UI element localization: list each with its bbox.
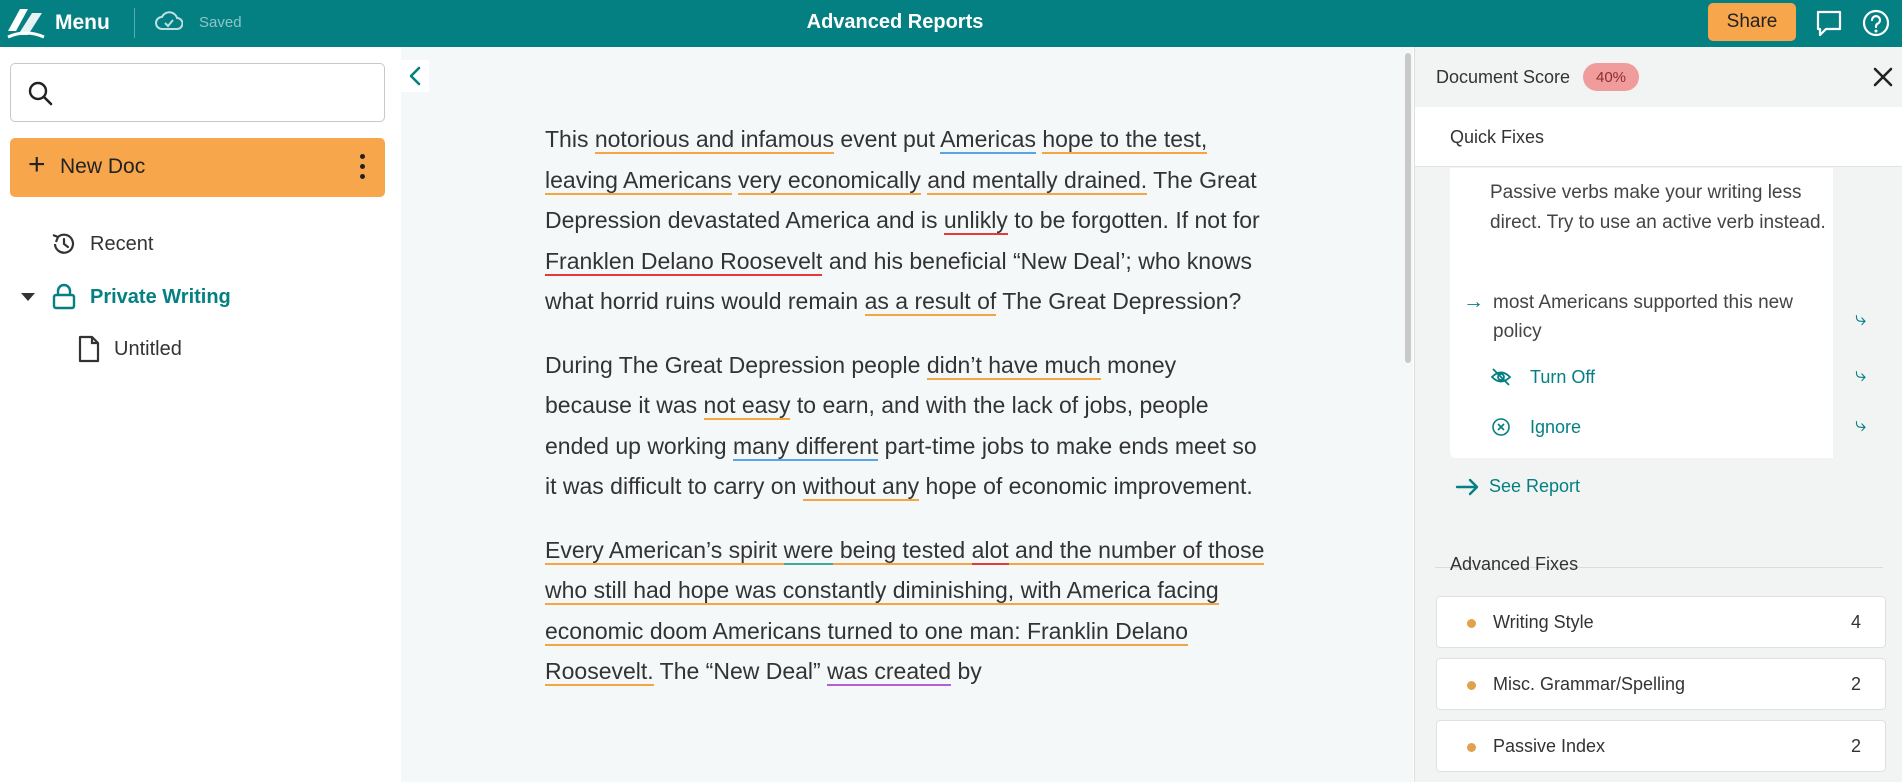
quick-fix-description: Passive verbs make your writing less dir… [1490, 182, 1826, 233]
scrollbar[interactable] [1405, 53, 1411, 363]
kebab-menu-icon[interactable] [356, 154, 368, 182]
text-run: by [951, 658, 982, 684]
ignore-button[interactable]: Ignore [1490, 416, 1581, 438]
advanced-fix-label: Passive Index [1493, 736, 1606, 756]
flagged-phrase[interactable]: was created [827, 658, 952, 686]
flagged-phrase[interactable]: Franklen Delano Roosevelt [545, 247, 823, 276]
chat-icon[interactable] [1814, 8, 1844, 38]
plus-icon: + [28, 148, 46, 181]
help-icon[interactable] [1861, 8, 1891, 38]
circle-x-icon [1492, 418, 1510, 436]
flagged-phrase[interactable]: didn’t have much [926, 351, 1101, 380]
advanced-fix-label: Misc. Grammar/Spelling [1493, 674, 1686, 694]
document-icon [78, 335, 100, 363]
quick-fixes-area: Passive verbs make your writing less dir… [1435, 168, 1883, 568]
document-editor[interactable]: This notorious and infamous event put Am… [401, 47, 1413, 782]
text-run: hope of economic improvement. [919, 473, 1253, 499]
flagged-phrase[interactable]: were [783, 536, 834, 565]
collapse-sidebar-button[interactable] [401, 60, 429, 92]
advanced-fix-count: 2 [1850, 674, 1861, 694]
sidebar-item-untitled[interactable]: Untitled [76, 335, 182, 363]
document-paragraph[interactable]: Every American’s spirit were being teste… [545, 530, 1265, 692]
text-run: to be forgotten. If not for [1007, 207, 1260, 233]
text-run: The “New Deal” [653, 658, 828, 684]
advanced-fix-item[interactable]: Writing Style 4 [1436, 596, 1886, 648]
quick-fixes-header[interactable]: Quick Fixes [1415, 107, 1902, 167]
sidebar-item-recent[interactable]: Recent [50, 230, 153, 258]
ignore-label: Ignore [1530, 416, 1582, 437]
flagged-phrase[interactable]: very economically [738, 166, 921, 195]
advanced-fix-item[interactable]: Misc. Grammar/Spelling 2 [1436, 658, 1886, 710]
document-score-label: Document Score [1436, 67, 1571, 87]
flagged-phrase[interactable]: alot [971, 536, 1009, 565]
text-run: The Great Depression? [996, 288, 1242, 314]
advanced-fix-item[interactable]: Passive Index 2 [1436, 720, 1886, 772]
search-input[interactable] [65, 76, 365, 110]
arrow-right-icon: → [1463, 290, 1484, 313]
sidebar-item-label: Untitled [114, 337, 182, 360]
arrow-right-icon [1455, 478, 1479, 495]
document-paragraph[interactable]: This notorious and infamous event put Am… [545, 119, 1265, 322]
text-run: During The Great Depression people [545, 351, 927, 378]
apply-icon[interactable]: ⤷ [1855, 308, 1866, 331]
flagged-phrase[interactable]: Every American’s spirit [545, 536, 784, 565]
flagged-phrase[interactable]: notorious and infamous [594, 126, 834, 154]
lock-icon [52, 283, 76, 310]
flagged-phrase[interactable]: being tested [833, 536, 972, 565]
chevron-left-icon [409, 66, 421, 86]
top-bar: Menu Saved Advanced Reports Share [0, 0, 1902, 47]
flagged-phrase[interactable]: as a result of [864, 288, 997, 316]
new-doc-label: New Doc [60, 155, 146, 178]
close-icon[interactable] [1871, 65, 1895, 89]
quick-fixes-label: Quick Fixes [1450, 127, 1545, 147]
sidebar-item-label: Recent [90, 232, 154, 255]
score-badge: 40% [1583, 63, 1639, 91]
flagged-phrase[interactable]: Americas [940, 126, 1036, 154]
apply-icon[interactable]: ⤷ [1855, 414, 1866, 437]
see-report-label: See Report [1489, 476, 1581, 496]
report-panel: Document Score 40% Quick Fixes Passive v… [1414, 47, 1902, 782]
quick-fix-card: Passive verbs make your writing less dir… [1450, 168, 1883, 458]
sidebar: + New Doc Recent Private Writing Untitle… [0, 47, 400, 782]
advanced-fix-count: 4 [1850, 612, 1861, 632]
text-run: This [545, 126, 595, 152]
status-dot [1467, 743, 1476, 752]
status-dot [1467, 681, 1476, 690]
see-report-link[interactable]: See Report [1455, 476, 1580, 497]
share-button[interactable]: Share [1708, 3, 1796, 41]
search-icon [28, 81, 53, 106]
new-doc-button[interactable]: + New Doc [10, 138, 385, 197]
advanced-fix-count: 2 [1850, 736, 1861, 756]
quick-fix-suggestion[interactable]: most Americans supported this new policy [1493, 288, 1813, 346]
flagged-phrase[interactable]: not easy [703, 392, 791, 420]
turn-off-button[interactable]: Turn Off [1490, 366, 1595, 388]
caret-down-icon[interactable] [20, 289, 36, 305]
search-box[interactable] [10, 63, 385, 122]
sidebar-item-label: Private Writing [90, 285, 231, 308]
flagged-phrase[interactable]: and mentally drained. [927, 166, 1148, 195]
status-dot [1467, 619, 1476, 628]
flagged-phrase[interactable]: many different [732, 432, 879, 461]
eye-off-icon [1490, 368, 1512, 386]
document-body[interactable]: This notorious and infamous event put Am… [545, 119, 1265, 715]
page-title: Advanced Reports [806, 11, 984, 33]
sidebar-item-private-writing[interactable]: Private Writing [20, 283, 231, 311]
turn-off-label: Turn Off [1530, 366, 1596, 387]
apply-icon[interactable]: ⤷ [1855, 364, 1866, 387]
advanced-fixes-label: Advanced Fixes [1450, 554, 1579, 574]
flagged-phrase[interactable]: unlikly [943, 207, 1008, 235]
advanced-fix-label: Writing Style [1493, 612, 1594, 632]
document-paragraph[interactable]: During The Great Depression people didn’… [545, 345, 1265, 507]
flagged-phrase[interactable]: without any [802, 473, 920, 501]
text-run: event put [833, 126, 941, 152]
history-icon [52, 233, 75, 254]
